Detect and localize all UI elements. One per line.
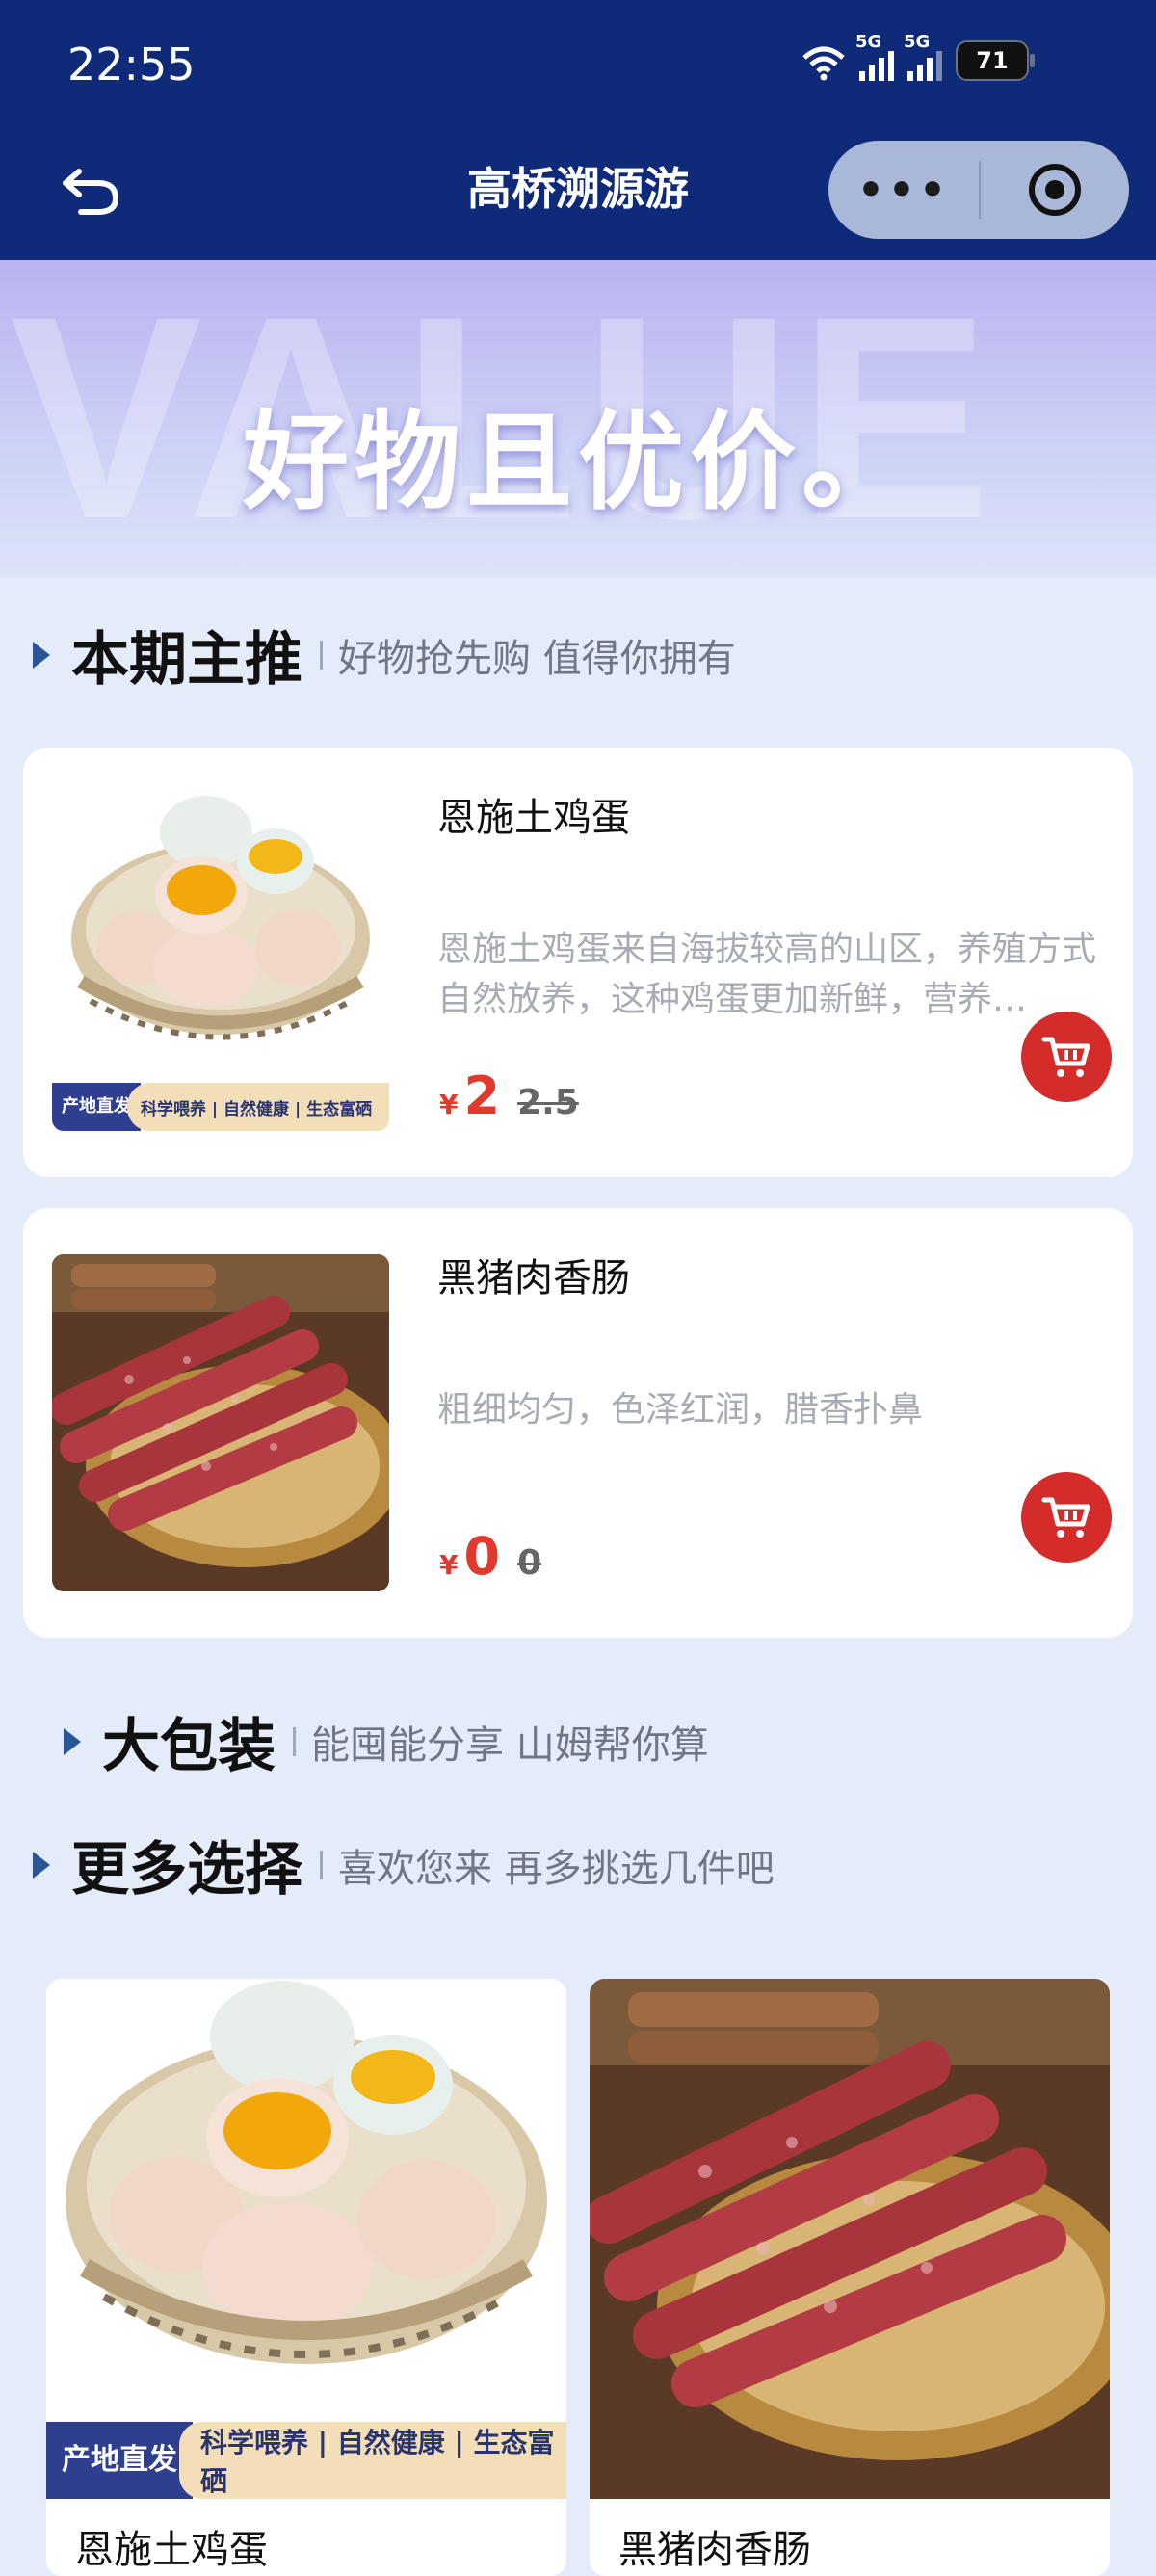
banner-title: 好物且优价。 [243,401,913,524]
target-icon [1029,164,1081,216]
close-mini-program-button[interactable] [981,162,1129,218]
product-name: 恩施土鸡蛋 [75,2528,268,2572]
product-name: 恩施土鸡蛋 [437,796,630,840]
battery-icon: 71 [956,40,1035,81]
currency-symbol: ¥ [439,1549,459,1581]
section-title: 大包装 [102,1713,276,1780]
section-header-more: 更多选择 喜欢您来 再多挑选几件吧 [33,1823,775,1906]
status-time: 22:55 [67,39,196,91]
signal-icon-1: 5G [855,32,894,81]
product-image-sausage [590,1979,1110,2499]
section-marker-icon [33,1851,50,1879]
section-marker-icon [64,1727,81,1755]
section-divider [320,1850,323,1879]
origin-ribbon: 产地直发 科学喂养 | 自然健康 | 生态富硒 [46,2422,566,2499]
section-title: 更多选择 [71,1836,302,1904]
product-name: 黑猪肉香肠 [618,2528,811,2572]
section-header-bulk[interactable]: 大包装 能囤能分享 山姆帮你算 [64,1699,709,1783]
status-icons: 5G 5G 71 [801,32,1035,81]
cart-icon [1041,1497,1090,1538]
product-card[interactable]: 黑猪肉香肠 粗细均匀，色泽红润，腊香扑鼻 ¥ 0 0 [23,1208,1133,1638]
section-subtitle: 能囤能分享 山姆帮你算 [311,1722,709,1768]
currency-symbol: ¥ [439,1089,459,1120]
add-to-cart-button[interactable] [1021,1012,1112,1102]
section-marker-icon [33,641,50,669]
section-subtitle: 好物抢先购 值得你拥有 [338,636,736,681]
product-card[interactable]: 产地直发 科学喂养 | 自然健康 | 生态富硒 恩施土鸡蛋 恩施土鸡蛋来自海拔较… [23,748,1133,1177]
ribbon-features: 科学喂养 | 自然健康 | 生态富硒 [179,2422,566,2499]
section-subtitle: 喜欢您来 再多挑选几件吧 [338,1846,775,1891]
section-divider [320,640,323,670]
product-image-eggs [46,1979,566,2499]
original-price: 0 [517,1543,542,1583]
section-title: 本期主推 [71,626,302,694]
ribbon-origin-label: 产地直发 [46,2422,193,2499]
signal-icon-2: 5G [904,32,942,81]
product-description: 恩施土鸡蛋来自海拔较高的山区，养殖方式自然放养，这种鸡蛋更加新鲜，营养… [437,930,1097,1019]
more-menu-button[interactable]: ••• [828,166,979,215]
product-price: ¥ 2 2.5 [439,1065,579,1126]
original-price: 2.5 [517,1083,579,1122]
current-price: 0 [463,1526,501,1587]
product-name: 黑猪肉香肠 [437,1256,630,1301]
battery-level: 71 [976,47,1009,74]
ribbon-features: 科学喂养 | 自然健康 | 生态富硒 [127,1083,389,1131]
product-description: 粗细均匀，色泽红润，腊香扑鼻 [437,1390,924,1430]
mini-program-capsule: ••• [828,141,1129,239]
origin-ribbon: 产地直发 科学喂养 | 自然健康 | 生态富硒 [52,1083,389,1131]
current-price: 2 [463,1065,501,1126]
wifi-icon [802,46,845,81]
product-image-sausage [52,1254,389,1591]
product-image-eggs: 产地直发 科学喂养 | 自然健康 | 生态富硒 [52,794,389,1131]
section-header-featured: 本期主推 好物抢先购 值得你拥有 [33,613,736,697]
cart-icon [1041,1037,1090,1077]
grid-product-card[interactable]: 黑猪肉香肠 [590,1979,1110,2576]
top-bar: 22:55 5G 5G 71 高桥溯源游 ••• [0,0,1156,260]
grid-product-card[interactable]: 产地直发 科学喂养 | 自然健康 | 生态富硒 恩施土鸡蛋 [46,1979,566,2576]
promo-banner[interactable]: VALUE 好物且优价。 [0,260,1156,578]
section-divider [293,1726,296,1756]
product-price: ¥ 0 0 [439,1526,541,1587]
add-to-cart-button[interactable] [1021,1472,1112,1563]
